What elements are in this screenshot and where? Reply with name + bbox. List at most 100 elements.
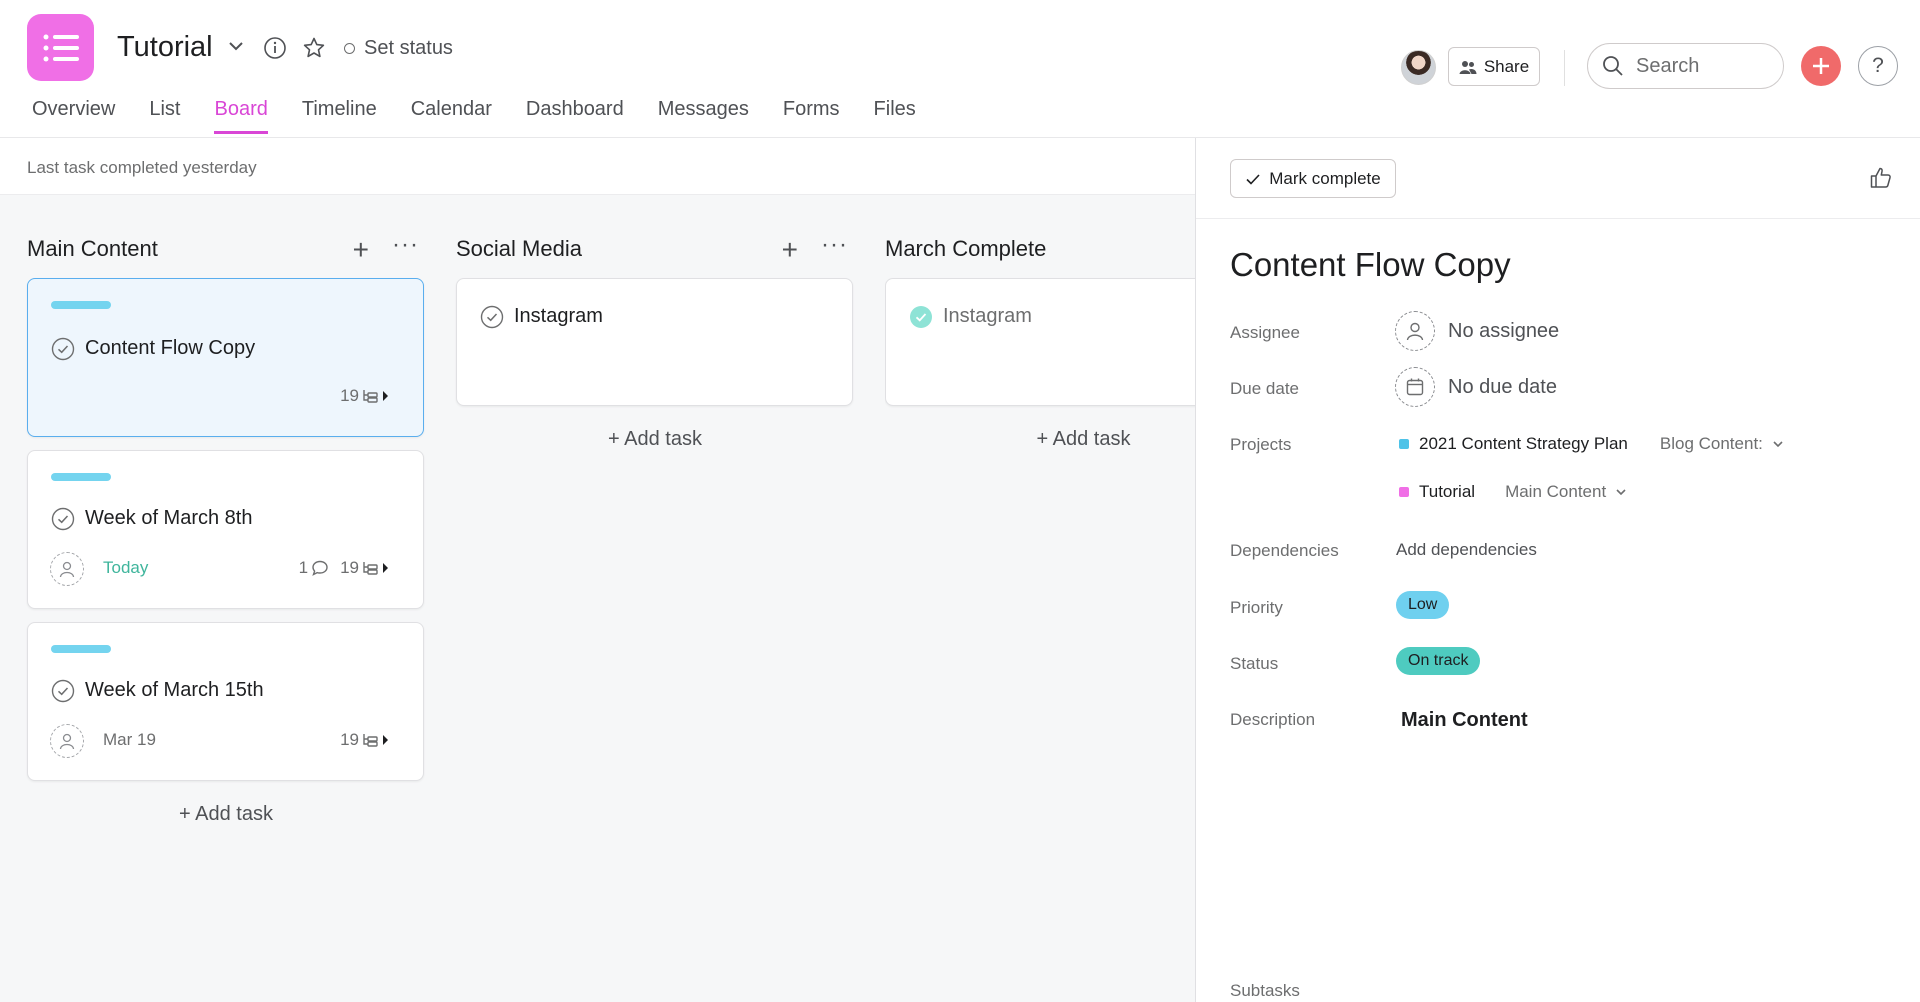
add-button[interactable] xyxy=(1801,46,1841,86)
calendar-icon xyxy=(1395,367,1435,407)
project-tabs: Overview List Board Timeline Calendar Da… xyxy=(32,98,950,134)
status-field[interactable]: On track xyxy=(1396,647,1481,675)
task-card[interactable]: Week of March 15th Mar 19 19 xyxy=(27,622,424,781)
task-card[interactable]: Week of March 8th Today 1 19 xyxy=(27,450,424,609)
status-label: Status xyxy=(1230,654,1279,673)
add-task-plus-icon[interactable]: + xyxy=(782,236,798,264)
task-name: Week of March 8th xyxy=(85,507,253,529)
task-name: Instagram xyxy=(514,305,603,327)
subtask-count[interactable]: 19 xyxy=(340,730,390,750)
task-name: Week of March 15th xyxy=(85,679,264,701)
add-task-button[interactable]: + Add task xyxy=(456,419,854,459)
help-button[interactable]: ? xyxy=(1858,46,1898,86)
project-row[interactable]: 2021 Content Strategy Plan Blog Content: xyxy=(1399,434,1785,454)
info-icon[interactable] xyxy=(263,36,287,60)
thumbs-up-icon[interactable] xyxy=(1869,166,1893,190)
avatar[interactable] xyxy=(1401,50,1436,85)
share-button[interactable]: Share xyxy=(1448,47,1540,86)
check-circle-icon[interactable] xyxy=(51,507,75,531)
task-card[interactable]: Content Flow Copy 19 xyxy=(27,278,424,437)
priority-label: Priority xyxy=(1230,598,1283,617)
assignee-value: No assignee xyxy=(1448,319,1560,342)
check-circle-icon[interactable] xyxy=(51,679,75,703)
column-header: Social Media + ··· xyxy=(456,226,854,278)
task-card[interactable]: Instagram xyxy=(456,278,853,406)
section-dropdown[interactable]: Main Content xyxy=(1505,482,1628,502)
assignee-placeholder-icon[interactable] xyxy=(50,724,84,758)
star-icon[interactable] xyxy=(302,36,326,60)
due-date-field[interactable]: No due date xyxy=(1395,367,1557,407)
completed-check-icon[interactable] xyxy=(909,305,933,329)
task-detail-panel: Mark complete Content Flow Copy Assignee… xyxy=(1195,138,1920,1002)
column-social-media: Social Media + ··· Instagram + Add task xyxy=(456,226,854,459)
due-date[interactable]: Today xyxy=(103,558,148,578)
due-date[interactable]: Mar 19 xyxy=(103,730,156,750)
set-status-button[interactable]: Set status xyxy=(344,37,453,60)
project-list-icon[interactable] xyxy=(27,14,94,81)
comment-count: 1 xyxy=(298,558,309,577)
column-main-content: Main Content + ··· Content Flow Copy 19 … xyxy=(27,226,425,834)
status-bar: Last task completed yesterday xyxy=(0,138,1195,195)
top-header: Tutorial Set status Overview List Board … xyxy=(0,0,1920,138)
divider xyxy=(1564,50,1565,86)
search-box[interactable] xyxy=(1587,43,1784,89)
last-completed-text: Last task completed yesterday xyxy=(27,158,257,177)
add-dependencies-button[interactable]: Add dependencies xyxy=(1396,540,1537,560)
tab-dashboard[interactable]: Dashboard xyxy=(526,98,624,134)
chevron-down-icon xyxy=(1773,441,1783,448)
search-input[interactable] xyxy=(1636,54,1766,78)
tab-timeline[interactable]: Timeline xyxy=(302,98,377,134)
subtask-number: 19 xyxy=(340,558,359,577)
subtask-icon xyxy=(363,562,388,575)
check-circle-icon[interactable] xyxy=(51,337,75,361)
more-options-icon[interactable]: ··· xyxy=(392,231,419,259)
add-task-button[interactable]: + Add task xyxy=(27,794,425,834)
description-label: Description xyxy=(1230,710,1316,729)
tab-calendar[interactable]: Calendar xyxy=(411,98,492,134)
check-icon xyxy=(1246,173,1260,185)
tab-forms[interactable]: Forms xyxy=(783,98,840,134)
task-title[interactable]: Content Flow Copy xyxy=(1230,246,1511,284)
project-color-square xyxy=(1399,487,1409,497)
subtask-number: 19 xyxy=(340,730,359,749)
mark-complete-button[interactable]: Mark complete xyxy=(1230,159,1396,198)
status-dot-icon xyxy=(344,43,355,54)
task-card[interactable]: Instagram xyxy=(885,278,1195,406)
tag-bar xyxy=(51,473,111,481)
tab-files[interactable]: Files xyxy=(874,98,916,134)
priority-pill: Low xyxy=(1396,591,1450,619)
check-circle-icon[interactable] xyxy=(480,305,504,329)
priority-field[interactable]: Low xyxy=(1396,591,1450,619)
tab-overview[interactable]: Overview xyxy=(32,98,115,134)
plus-icon xyxy=(1813,58,1829,74)
assignee-placeholder-icon[interactable] xyxy=(50,552,84,586)
projects-label: Projects xyxy=(1230,435,1292,454)
chevron-down-icon[interactable] xyxy=(226,36,246,56)
column-title: Main Content xyxy=(27,236,158,261)
tab-list[interactable]: List xyxy=(149,98,180,134)
project-title[interactable]: Tutorial xyxy=(117,31,213,64)
section-name: Main Content xyxy=(1505,482,1607,501)
assignee-field[interactable]: No assignee xyxy=(1395,311,1559,351)
column-header: Main Content + ··· xyxy=(27,226,425,278)
section-dropdown[interactable]: Blog Content: xyxy=(1660,434,1785,454)
description-text[interactable]: Main Content xyxy=(1401,709,1528,732)
project-color-square xyxy=(1399,439,1409,449)
card-meta[interactable]: 1 19 xyxy=(299,558,390,578)
subtask-number: 19 xyxy=(340,386,359,405)
tab-messages[interactable]: Messages xyxy=(658,98,749,134)
add-task-plus-icon[interactable]: + xyxy=(353,236,369,264)
project-name: 2021 Content Strategy Plan xyxy=(1419,434,1628,453)
people-icon xyxy=(1459,60,1477,74)
column-title: March Complete xyxy=(885,236,1047,261)
set-status-label: Set status xyxy=(364,37,453,59)
more-options-icon[interactable]: ··· xyxy=(821,231,848,259)
subtask-icon xyxy=(363,390,388,403)
subtask-icon xyxy=(363,734,388,747)
subtask-count[interactable]: 19 xyxy=(340,386,390,406)
tab-board[interactable]: Board xyxy=(214,98,268,134)
project-row[interactable]: Tutorial Main Content xyxy=(1399,482,1628,502)
add-task-button[interactable]: + Add task xyxy=(885,419,1195,459)
status-pill: On track xyxy=(1396,647,1481,675)
tag-bar xyxy=(51,301,111,309)
